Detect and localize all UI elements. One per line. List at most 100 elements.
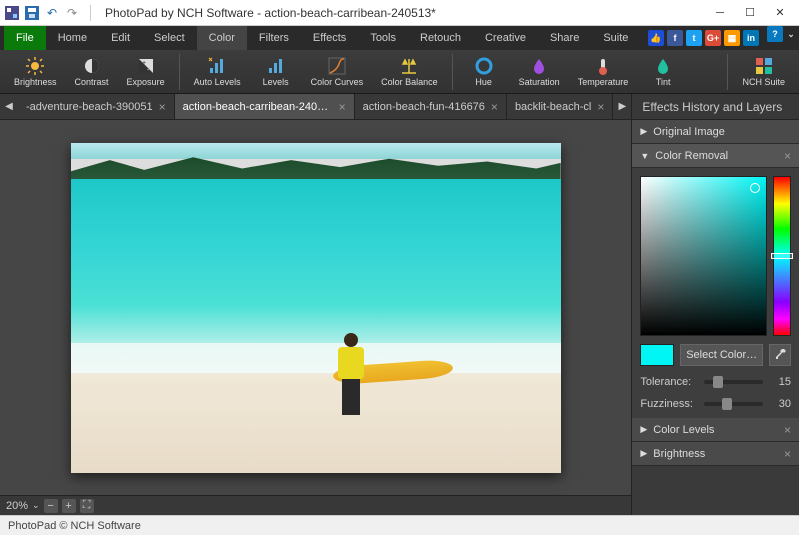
social-icon[interactable]: in xyxy=(743,30,759,46)
menu-file[interactable]: File xyxy=(4,26,46,50)
slider-label: Fuzziness: xyxy=(640,398,696,410)
document-tabs: ◀ -adventure-beach-390051×action-beach-c… xyxy=(0,94,631,120)
tool-exposure[interactable]: +-Exposure xyxy=(119,54,173,89)
color-field[interactable] xyxy=(640,176,767,336)
color-removal-body: Select Color… Tolerance: 15 Fuzziness: 3… xyxy=(632,168,799,418)
menu-bar: FileHomeEditSelectColorFiltersEffectsToo… xyxy=(0,26,799,50)
zoom-fit-button[interactable]: ⛶ xyxy=(80,499,94,513)
tool-color-curves[interactable]: Color Curves xyxy=(303,54,372,89)
tolerance-slider-row: Tolerance: 15 xyxy=(640,376,791,388)
menu-home[interactable]: Home xyxy=(46,26,99,50)
title-bar: ↶ ↷ PhotoPad by NCH Software - action-be… xyxy=(0,0,799,26)
exposure-icon: +- xyxy=(136,56,156,76)
tool-auto-levels[interactable]: Auto Levels xyxy=(186,54,249,89)
minimize-button[interactable]: ─ xyxy=(705,2,735,24)
section-label: Color Levels xyxy=(653,424,714,436)
section-original-image[interactable]: ▶ Original Image xyxy=(632,120,799,144)
undo-icon[interactable]: ↶ xyxy=(44,5,60,21)
slider-value: 15 xyxy=(771,376,791,388)
tab-scroll-left[interactable]: ◀ xyxy=(0,94,18,119)
tool-temperature[interactable]: Temperature xyxy=(570,54,637,89)
menu-share[interactable]: Share xyxy=(538,26,591,50)
tool-levels[interactable]: Levels xyxy=(251,54,301,89)
tab-label: action-beach-fun-416676 xyxy=(363,101,485,113)
section-brightness[interactable]: ▶ Brightness × xyxy=(632,442,799,466)
document-tab[interactable]: action-beach-carribean-240513*× xyxy=(175,94,355,119)
document-tab[interactable]: backlit-beach-cl × xyxy=(507,94,613,119)
suite-icon xyxy=(754,56,774,76)
menu-suite[interactable]: Suite xyxy=(591,26,640,50)
chevron-down-icon: ▼ xyxy=(640,151,649,161)
chevron-right-icon: ▶ xyxy=(640,424,647,435)
close-icon[interactable]: × xyxy=(491,100,498,114)
help-icon[interactable]: ? xyxy=(767,26,783,42)
social-icon[interactable]: f xyxy=(667,30,683,46)
select-color-button[interactable]: Select Color… xyxy=(680,344,763,366)
nch-suite-button[interactable]: NCH Suite xyxy=(734,54,793,89)
maximize-button[interactable]: ☐ xyxy=(735,2,765,24)
document-tab[interactable]: -adventure-beach-390051 × xyxy=(18,94,175,119)
zoom-level[interactable]: 20% xyxy=(6,500,28,512)
chevron-right-icon: ▶ xyxy=(640,126,647,137)
tool-contrast[interactable]: Contrast xyxy=(67,54,117,89)
slider-label: Tolerance: xyxy=(640,376,696,388)
levels-icon xyxy=(266,56,286,76)
close-button[interactable]: ✕ xyxy=(765,2,795,24)
tool-saturation[interactable]: Saturation xyxy=(511,54,568,89)
menu-edit[interactable]: Edit xyxy=(99,26,142,50)
app-icon xyxy=(4,5,20,21)
contrast-icon xyxy=(82,56,102,76)
close-icon[interactable]: × xyxy=(784,423,791,437)
social-icon[interactable]: ▦ xyxy=(724,30,740,46)
menu-creative[interactable]: Creative xyxy=(473,26,538,50)
eyedropper-button[interactable] xyxy=(769,344,791,366)
fuzziness-slider[interactable] xyxy=(704,402,763,406)
color-balance-icon xyxy=(399,56,419,76)
document-tab[interactable]: action-beach-fun-416676 × xyxy=(355,94,507,119)
redo-icon[interactable]: ↷ xyxy=(64,5,80,21)
close-icon[interactable]: × xyxy=(339,100,346,114)
tab-label: backlit-beach-cl xyxy=(515,101,591,113)
tool-hue[interactable]: Hue xyxy=(459,54,509,89)
tolerance-slider[interactable] xyxy=(704,380,763,384)
hue-icon xyxy=(474,56,494,76)
social-icon[interactable]: 👍 xyxy=(648,30,664,46)
zoom-in-button[interactable]: + xyxy=(62,499,76,513)
section-label: Original Image xyxy=(653,126,725,138)
close-icon[interactable]: × xyxy=(597,100,604,114)
svg-text:+: + xyxy=(142,60,146,67)
section-label: Color Removal xyxy=(655,150,728,162)
close-icon[interactable]: × xyxy=(784,447,791,461)
image-preview xyxy=(71,143,561,473)
social-icon[interactable]: t xyxy=(686,30,702,46)
menu-color[interactable]: Color xyxy=(197,26,247,50)
menu-select[interactable]: Select xyxy=(142,26,197,50)
menu-retouch[interactable]: Retouch xyxy=(408,26,473,50)
section-label: Brightness xyxy=(653,448,705,460)
temperature-icon xyxy=(593,56,613,76)
menu-effects[interactable]: Effects xyxy=(301,26,358,50)
tool-color-balance[interactable]: Color Balance xyxy=(373,54,446,89)
save-icon[interactable] xyxy=(24,5,40,21)
tint-icon xyxy=(653,56,673,76)
social-icon[interactable]: G+ xyxy=(705,30,721,46)
tool-brightness[interactable]: Brightness xyxy=(6,54,65,89)
zoom-out-button[interactable]: − xyxy=(44,499,58,513)
menu-tools[interactable]: Tools xyxy=(358,26,408,50)
tab-scroll-right[interactable]: ▶ xyxy=(613,94,631,119)
section-color-removal[interactable]: ▼ Color Removal × xyxy=(632,144,799,168)
effects-panel: Effects History and Layers ▶ Original Im… xyxy=(631,94,799,515)
zoom-bar: 20% ⌄ − + ⛶ xyxy=(0,495,631,515)
effects-panel-header: Effects History and Layers xyxy=(632,94,799,120)
close-icon[interactable]: × xyxy=(784,149,791,163)
menu-filters[interactable]: Filters xyxy=(247,26,301,50)
close-icon[interactable]: × xyxy=(159,100,166,114)
menu-dropdown-icon[interactable]: ⌄ xyxy=(783,26,799,42)
tool-tint[interactable]: Tint xyxy=(638,54,688,89)
tab-label: -adventure-beach-390051 xyxy=(26,101,153,113)
canvas-viewport[interactable] xyxy=(0,120,631,495)
zoom-dropdown-icon[interactable]: ⌄ xyxy=(32,500,40,511)
social-icons: 👍ftG+▦in xyxy=(648,26,767,50)
section-color-levels[interactable]: ▶ Color Levels × xyxy=(632,418,799,442)
hue-slider[interactable] xyxy=(773,176,791,336)
